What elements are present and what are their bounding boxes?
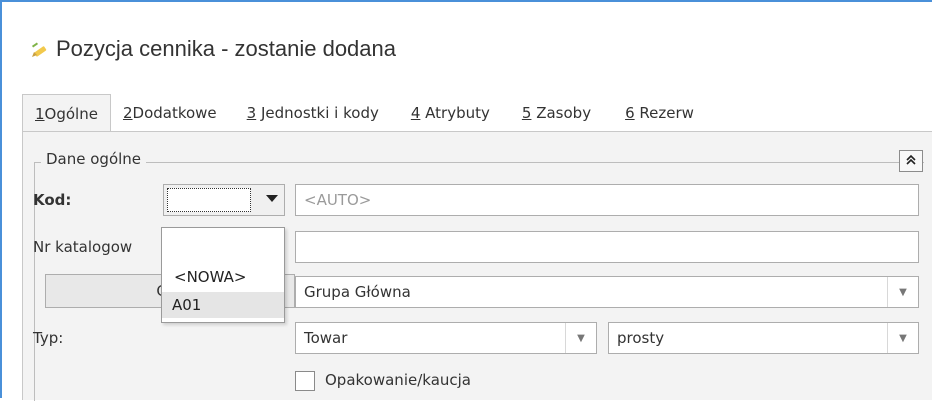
collapse-group-button[interactable]	[899, 150, 923, 172]
tab-label: Rezerw	[639, 104, 694, 122]
tab-accelerator: 1	[35, 104, 45, 123]
tab-atrybuty[interactable]: 4 Atrybuty	[391, 94, 502, 132]
tab-label: Ogólne	[44, 104, 98, 123]
tab-ogolne[interactable]: 1 Ogólne	[22, 94, 111, 132]
window-title-bar: Pozycja cennika - zostanie dodana	[30, 34, 396, 64]
typ2-combobox[interactable]: prosty ▼	[608, 322, 919, 354]
tab-bar: 1 Ogólne 2 Dodatkowe 3 Jednostki i kody 4 …	[22, 94, 706, 132]
chevron-down-icon[interactable]: ▼	[887, 277, 918, 307]
tab-accelerator: 2	[122, 104, 133, 122]
kod-input[interactable]	[167, 188, 251, 212]
tab-jednostki-i-kody[interactable]: 3 Jednostki i kody	[229, 94, 391, 132]
window-title: Pozycja cennika - zostanie dodana	[56, 36, 396, 61]
tab-zasoby[interactable]: 5 Zasoby	[502, 94, 603, 132]
tab-panel-ogolne: Dane ogólne Kod: <AUTO> Nr katalogow Gru…	[22, 131, 932, 401]
tab-label: Dodatkowe	[132, 104, 217, 122]
edit-pencil-icon	[30, 40, 48, 58]
dropdown-arrow-icon[interactable]	[266, 195, 278, 202]
typ-value: Towar	[304, 329, 348, 347]
typ-combobox[interactable]: Towar ▼	[295, 322, 597, 354]
window-frame: Pozycja cennika - zostanie dodana 1 Ogóln…	[0, 0, 932, 401]
kod-combobox[interactable]	[163, 184, 285, 216]
kod-dropdown-list: <NOWA> A01	[161, 227, 285, 323]
tab-accelerator: 3	[246, 104, 257, 122]
nr-katalogowy-field[interactable]	[295, 231, 919, 263]
chevron-down-icon[interactable]: ▼	[565, 323, 596, 353]
group-label: Dane ogólne	[41, 150, 147, 168]
double-chevron-up-icon	[905, 154, 917, 169]
opakowanie-checkbox[interactable]	[295, 371, 315, 391]
nr-katalogowy-label: Nr katalogow	[33, 238, 133, 256]
dropdown-option-empty[interactable]	[162, 234, 284, 260]
typ-label: Typ:	[33, 329, 64, 347]
tab-accelerator: 4	[410, 104, 421, 122]
tab-rezerwacje[interactable]: 6 Rezerw	[603, 94, 706, 132]
kod-label: Kod:	[33, 191, 72, 209]
dropdown-option-nowa[interactable]: <NOWA>	[162, 264, 284, 290]
grupa-value: Grupa Główna	[304, 283, 411, 301]
dropdown-option-a01[interactable]: A01	[162, 292, 284, 318]
kod-auto-field[interactable]: <AUTO>	[295, 184, 919, 216]
tab-accelerator: 5	[521, 104, 532, 122]
tab-dodatkowe[interactable]: 2 Dodatkowe	[111, 94, 229, 132]
tab-label: Jednostki i kody	[261, 104, 379, 122]
typ2-value: prosty	[617, 329, 665, 347]
chevron-down-icon[interactable]: ▼	[887, 323, 918, 353]
opakowanie-label: Opakowanie/kaucja	[325, 371, 471, 389]
tab-label: Atrybuty	[425, 104, 490, 122]
grupa-combobox[interactable]: Grupa Główna ▼	[295, 276, 919, 308]
tab-accelerator: 6	[625, 104, 635, 122]
tab-label: Zasoby	[536, 104, 592, 122]
